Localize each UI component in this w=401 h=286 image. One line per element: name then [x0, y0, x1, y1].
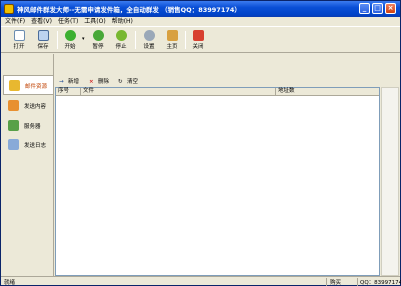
sidebar-item-send-content[interactable]: 发送内容: [3, 96, 53, 116]
status-text: 就绪: [4, 280, 16, 286]
clear-button[interactable]: ↻ 清空: [118, 77, 138, 85]
delete-button[interactable]: × 删除: [89, 77, 109, 85]
home-icon: [166, 30, 178, 41]
send-log-icon: [8, 139, 19, 150]
app-window: 神风邮件群发大师--无需申请发件箱，全自动群发 （销售QQ：83997174） …: [0, 0, 401, 286]
save-icon: [37, 30, 49, 41]
sidebar: 邮件资源 发送内容 服务器 发送日志: [2, 54, 54, 276]
menu-help[interactable]: 帮助(H): [110, 17, 137, 26]
vertical-scrollbar[interactable]: [381, 87, 399, 276]
menu-file[interactable]: 文件(F): [3, 17, 29, 26]
menu-tools[interactable]: 工具(O): [82, 17, 109, 26]
stop-icon: [115, 30, 127, 41]
settings-button[interactable]: 设置: [137, 29, 161, 51]
close-window-button[interactable]: ×: [385, 3, 396, 14]
gear-icon: [143, 30, 155, 41]
sidebar-item-send-log[interactable]: 发送日志: [3, 135, 53, 155]
minimize-button[interactable]: _: [359, 3, 370, 14]
delete-icon: ×: [89, 79, 94, 85]
server-icon: [8, 120, 19, 131]
menu-bar: 文件(F) 查看(V) 任务(T) 工具(O) 帮助(H): [1, 17, 400, 26]
close-button[interactable]: 关闭: [186, 29, 210, 51]
toolbar-separator: [135, 31, 136, 49]
send-content-icon: [8, 100, 19, 111]
status-qq: QQ：83997174: [360, 280, 401, 286]
add-button[interactable]: → 新增: [59, 77, 79, 85]
pause-button[interactable]: 暂停: [86, 29, 110, 51]
menu-view[interactable]: 查看(V): [29, 17, 56, 26]
title-bar[interactable]: 神风邮件群发大师--无需申请发件箱，全自动群发 （销售QQ：83997174） …: [1, 1, 400, 17]
status-separator: [326, 278, 327, 286]
list-toolbar: → 新增 × 删除 ↻ 清空: [55, 75, 400, 87]
main-toolbar: 打开 保存 开始 ▾ 暂停 停止 设置 主页 关闭: [1, 26, 400, 53]
save-button[interactable]: 保存: [31, 29, 55, 51]
status-home: 购买: [330, 280, 342, 286]
add-icon: →: [59, 79, 64, 85]
file-table[interactable]: 序号 文件 地址数: [55, 87, 380, 276]
menu-task[interactable]: 任务(T): [56, 17, 82, 26]
status-bar: 就绪 购买 QQ：83997174: [1, 276, 401, 286]
window-title: 神风邮件群发大师--无需申请发件箱，全自动群发 （销售QQ：83997174）: [17, 6, 241, 14]
column-header-index[interactable]: 序号: [56, 88, 81, 96]
home-button[interactable]: 主页: [160, 29, 184, 51]
column-header-address-count[interactable]: 地址数: [276, 88, 379, 96]
start-icon: [64, 30, 76, 41]
status-separator: [357, 278, 358, 286]
sidebar-item-server[interactable]: 服务器: [3, 116, 53, 136]
stop-button[interactable]: 停止: [109, 29, 133, 51]
open-button[interactable]: 打开: [7, 29, 31, 51]
app-icon: [4, 4, 14, 14]
maximize-button[interactable]: □: [372, 3, 383, 14]
sidebar-item-mail-resources[interactable]: 邮件资源: [3, 75, 53, 95]
open-file-icon: [13, 30, 25, 41]
pause-icon: [92, 30, 104, 41]
start-dropdown-arrow[interactable]: ▾: [82, 36, 85, 42]
clear-icon: ↻: [118, 79, 123, 85]
start-button[interactable]: 开始: [58, 29, 82, 51]
mail-resource-icon: [9, 80, 20, 91]
column-header-file[interactable]: 文件: [81, 88, 276, 96]
close-icon: [192, 30, 204, 41]
